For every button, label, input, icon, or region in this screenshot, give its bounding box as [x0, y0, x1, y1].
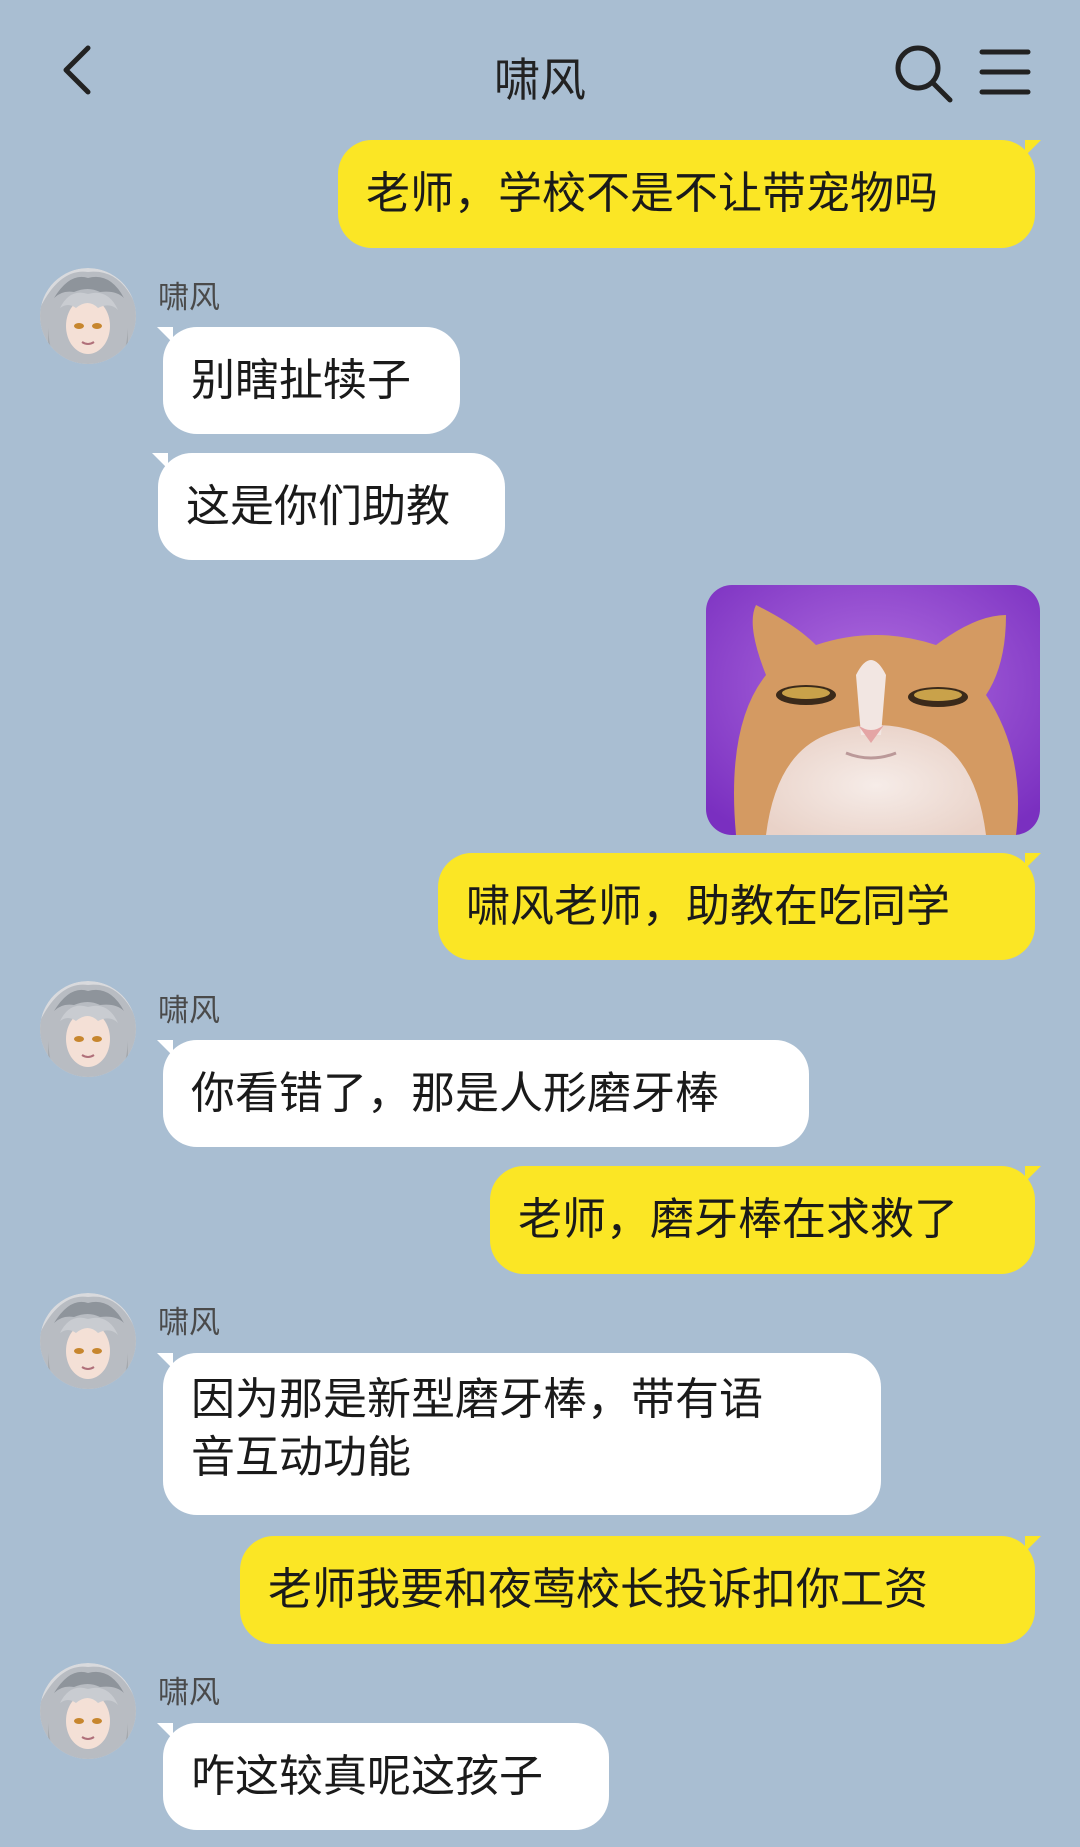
- message-text: 啸风老师，助教在吃同学: [466, 880, 950, 932]
- message-text-line-1: 因为那是新型磨牙棒，带有语: [191, 1374, 763, 1425]
- avatar[interactable]: [40, 1663, 136, 1759]
- message-text-line-2: 音互动功能: [191, 1432, 411, 1483]
- message-text: 别瞎扯犊子: [191, 354, 411, 406]
- my-message-bubble[interactable]: 啸风老师，助教在吃同学: [438, 853, 1041, 960]
- avatar[interactable]: [40, 268, 136, 364]
- message-text: 咋这较真呢这孩子: [191, 1750, 543, 1802]
- avatar-image: [40, 1293, 136, 1389]
- message-text: 老师，学校不是不让带宠物吗: [366, 168, 938, 219]
- message-text: 老师，磨牙棒在求救了: [518, 1194, 958, 1245]
- avatar[interactable]: [40, 981, 136, 1077]
- sender-name: 啸风: [158, 993, 220, 1029]
- their-message-bubble[interactable]: 你看错了，那是人形磨牙棒: [157, 1040, 809, 1147]
- their-message-bubble[interactable]: 这是你们助教: [152, 453, 505, 560]
- their-message-bubble[interactable]: 因为那是新型磨牙棒，带有语 音互动功能: [157, 1353, 881, 1515]
- message-text: 老师我要和夜莺校长投诉扣你工资: [268, 1564, 928, 1615]
- my-message-bubble[interactable]: 老师，磨牙棒在求救了: [490, 1166, 1041, 1274]
- my-message-bubble[interactable]: 老师我要和夜莺校长投诉扣你工资: [240, 1536, 1041, 1644]
- avatar-image: [40, 268, 136, 364]
- their-message-bubble[interactable]: 咋这较真呢这孩子: [157, 1723, 609, 1830]
- avatar-image: [40, 1663, 136, 1759]
- cat-meme-image[interactable]: [706, 585, 1040, 835]
- avatar[interactable]: [40, 1293, 136, 1389]
- message-list[interactable]: 老师，学校不是不让带宠物吗 啸风 别瞎扯犊子 这是你们助教 啸风老师，助教在吃同…: [0, 0, 1080, 1847]
- sender-name: 啸风: [158, 280, 220, 316]
- my-message-bubble[interactable]: 老师，学校不是不让带宠物吗: [338, 140, 1041, 248]
- their-message-bubble[interactable]: 别瞎扯犊子: [157, 327, 460, 434]
- sender-name: 啸风: [158, 1305, 220, 1341]
- sender-name: 啸风: [158, 1675, 220, 1711]
- message-text: 这是你们助教: [186, 480, 450, 532]
- cat-image: [706, 585, 1040, 835]
- message-text: 你看错了，那是人形磨牙棒: [191, 1067, 719, 1119]
- avatar-image: [40, 981, 136, 1077]
